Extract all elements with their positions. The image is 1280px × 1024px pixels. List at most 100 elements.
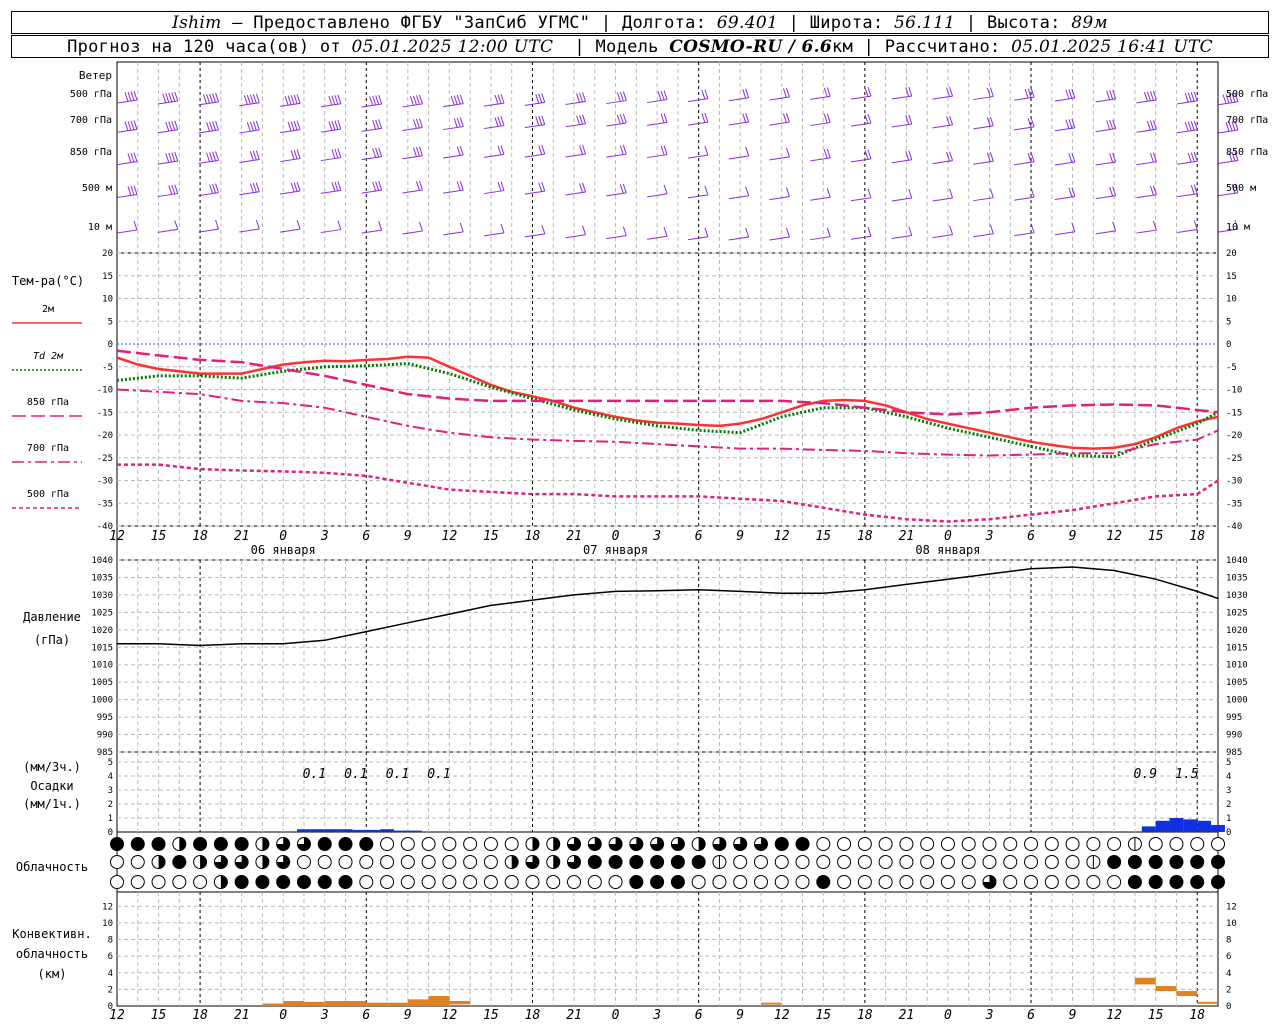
wind-barb-shaft (198, 228, 219, 233)
cloud-symbol-fill (193, 837, 207, 851)
wind-barb-feather (782, 88, 787, 98)
wind-barb-feather (541, 182, 546, 192)
cloud-symbol (1065, 875, 1080, 889)
wind-barb-feather (133, 152, 138, 162)
convective-tick-label: 8 (1226, 936, 1231, 946)
pressure-tick-label: 1000 (91, 696, 113, 706)
cloud-symbol-fill (214, 837, 228, 851)
cloud-symbol (857, 875, 872, 889)
hour-tick-label: 12 (442, 1008, 458, 1023)
cloud-symbol (151, 875, 166, 889)
wind-barb-feather (989, 224, 994, 234)
hour-tick-label: 6 (1027, 529, 1035, 544)
wind-barb-feather (296, 94, 301, 104)
convective-bar (449, 1001, 471, 1005)
wind-barb-feather (459, 117, 464, 127)
cloud-symbol-fill (1128, 875, 1142, 889)
pressure-tick-label: 1030 (1226, 591, 1248, 601)
cloud-symbol-fill (152, 837, 166, 851)
wind-barb-feather (704, 146, 709, 156)
precip-bar (1141, 826, 1156, 832)
cloud-symbol (504, 837, 519, 851)
precip-bar (324, 829, 339, 832)
hour-tick-label: 21 (566, 1008, 582, 1023)
pressure-tick-label: 1020 (1226, 626, 1248, 636)
wind-barb-feather (212, 183, 217, 194)
temp-tick-label: -40 (97, 522, 113, 532)
convective-tick-label: 10 (1226, 919, 1237, 929)
cloud-symbol (380, 855, 395, 869)
wind-barb-feather (494, 94, 499, 105)
wind-barb-feather (908, 188, 913, 199)
precip-sum-label: 1.5 (1175, 767, 1199, 782)
wind-barb-feather (290, 150, 295, 160)
wind-barb-feather (622, 226, 627, 236)
wind-barb-feather (127, 91, 132, 102)
cloud-symbol (961, 855, 976, 869)
cloud-symbol (899, 875, 914, 889)
wind-barb-feather (576, 93, 581, 103)
cloud-symbol (1044, 837, 1059, 851)
wind-barb-feather (372, 95, 377, 106)
wind-barb-feather (1109, 186, 1114, 197)
cloud-symbol (483, 837, 498, 851)
cloud-symbol (961, 837, 976, 851)
wind-barb-feather (165, 93, 170, 103)
wind-barb-feather (296, 220, 301, 230)
precip-tick-label: 3 (1226, 786, 1231, 796)
cloud-symbol (774, 855, 789, 869)
precip-title: Осадки (30, 779, 73, 793)
wind-barb-feather (663, 90, 668, 100)
wind-barb-feather (826, 87, 831, 97)
wind-barb-feather (1190, 152, 1195, 162)
wind-barb-feather (1143, 92, 1148, 102)
precip-tick-label: 4 (108, 772, 113, 782)
precip-bar (366, 829, 381, 832)
precip-sum-label: 0.1 (303, 767, 326, 782)
wind-barb-feather (619, 114, 624, 124)
convective-bar (283, 1001, 304, 1006)
cloud-symbol (110, 875, 124, 889)
cloud-symbol-fill (235, 837, 249, 851)
wind-barb-feather (1187, 121, 1192, 131)
wind-barb-feather (745, 227, 750, 238)
hour-tick-label: 3 (652, 1008, 661, 1023)
temp-legend-label: 700 гПа (27, 443, 69, 454)
wind-barb-feather (826, 113, 831, 123)
cloud-symbol (483, 855, 498, 869)
wind-barb-feather (535, 94, 540, 104)
temp-legend-label: 850 гПа (27, 397, 69, 408)
cloud-symbol (1003, 837, 1018, 851)
cloud-symbol-fill (1149, 875, 1163, 889)
cloud-symbol-fill (816, 875, 830, 889)
pressure-tick-label: 1015 (91, 643, 113, 653)
wind-barb-feather (133, 220, 138, 231)
temp-tick-label: -35 (97, 499, 113, 509)
precip-tick-label: 1 (1226, 814, 1231, 824)
pressure-tick-label: 1030 (91, 591, 113, 601)
wind-barb-feather (456, 181, 461, 191)
wind-barb-feather (133, 120, 138, 130)
wind-barb-feather (255, 93, 260, 103)
wind-barb-feather (168, 92, 173, 103)
precip-bar (1155, 820, 1170, 832)
wind-barb-feather (412, 147, 417, 157)
wind-barb-feather (949, 87, 954, 97)
wind-barb-feather (1149, 120, 1154, 130)
cloud-symbol (338, 855, 353, 869)
wind-barb-feather (946, 87, 951, 97)
precip-sum-label: 0.1 (427, 767, 450, 782)
hour-tick-label: 18 (192, 529, 208, 544)
cloud-symbol (400, 875, 415, 889)
cloud-symbol-fill (172, 855, 186, 869)
cloud-symbol (837, 837, 852, 851)
wind-barb-shaft (810, 236, 831, 241)
wind-barb-feather (660, 113, 665, 124)
wind-barb-feather (579, 115, 584, 125)
wind-barb-feather (296, 181, 301, 192)
temp-tick-label: 5 (1226, 317, 1231, 327)
wind-barb-feather (124, 92, 129, 102)
wind-barb-feather (378, 119, 383, 129)
wind-barb-feather (785, 147, 790, 158)
cloud-symbol-fill (158, 855, 166, 869)
